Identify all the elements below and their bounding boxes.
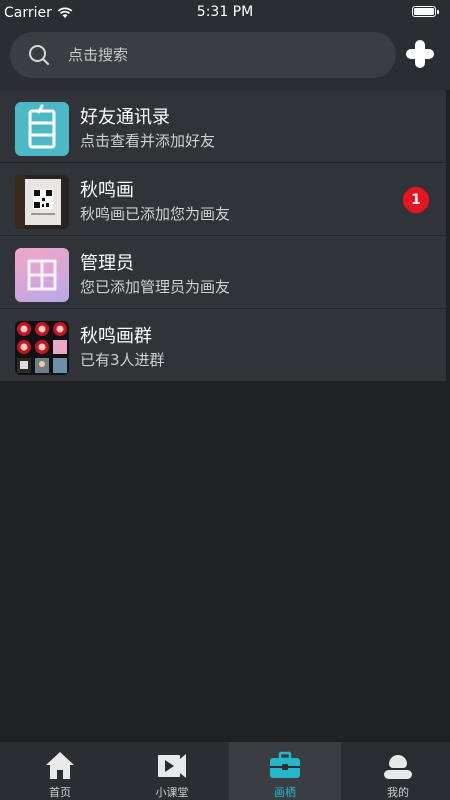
list-item-group[interactable]: 秋鸣画群 已有3人进群 — [0, 309, 446, 382]
list-item-title: 秋鸣画 — [80, 180, 134, 201]
status-time: 5:31 PM — [196, 4, 254, 20]
list-item-subtitle: 已有3人进群 — [80, 351, 165, 369]
tab-home[interactable]: 首页 — [4, 742, 116, 800]
group-collage-avatar — [15, 321, 69, 375]
tab-label: 我的 — [387, 786, 409, 799]
unread-badge: 1 — [403, 187, 429, 213]
tab-label: 画栖 — [274, 786, 296, 799]
search-input[interactable] — [68, 40, 368, 70]
group-avatar — [15, 321, 69, 375]
video-icon — [158, 754, 186, 778]
list-item-subtitle: 点击查看并添加好友 — [80, 132, 216, 150]
search-icon — [29, 45, 49, 65]
header — [0, 26, 450, 90]
tab-huaqi[interactable]: 画栖 — [229, 742, 341, 800]
list-item-title: 好友通讯录 — [80, 107, 170, 128]
qr-photo-avatar — [15, 175, 69, 229]
search-bar[interactable] — [10, 32, 396, 78]
status-bar: Carrier 5:31 PM — [0, 0, 450, 26]
battery-icon — [412, 6, 439, 17]
contacts-book-icon — [28, 104, 56, 149]
home-icon — [46, 752, 74, 779]
list-item-qiuminghua[interactable]: 秋鸣画 秋鸣画已添加您为画友 1 — [0, 163, 446, 236]
briefcase-icon — [270, 751, 300, 778]
list-item-contacts[interactable]: 好友通讯录 点击查看并添加好友 — [0, 90, 446, 163]
message-list: 好友通讯录 点击查看并添加好友 秋鸣画 秋鸣画已添加您为画友 1 管理员 您已添… — [0, 90, 450, 382]
tab-label: 小课堂 — [155, 786, 189, 799]
bottom-tab-bar: 首页 小课堂 画栖 我的 — [0, 742, 450, 800]
add-friend-icon[interactable] — [406, 40, 434, 68]
list-item-subtitle: 您已添加管理员为画友 — [80, 278, 231, 296]
contacts-avatar — [15, 102, 69, 156]
tab-mine[interactable]: 我的 — [342, 742, 450, 800]
user-avatar — [15, 175, 69, 229]
tab-classroom[interactable]: 小课堂 — [116, 742, 228, 800]
admin-grid-icon — [27, 259, 57, 291]
list-item-subtitle: 秋鸣画已添加您为画友 — [80, 205, 231, 223]
list-item-admin[interactable]: 管理员 您已添加管理员为画友 — [0, 236, 446, 309]
admin-avatar — [15, 248, 69, 302]
user-icon — [384, 755, 412, 779]
tab-label: 首页 — [49, 786, 71, 799]
list-item-title: 管理员 — [80, 253, 134, 274]
list-item-title: 秋鸣画群 — [80, 326, 152, 347]
